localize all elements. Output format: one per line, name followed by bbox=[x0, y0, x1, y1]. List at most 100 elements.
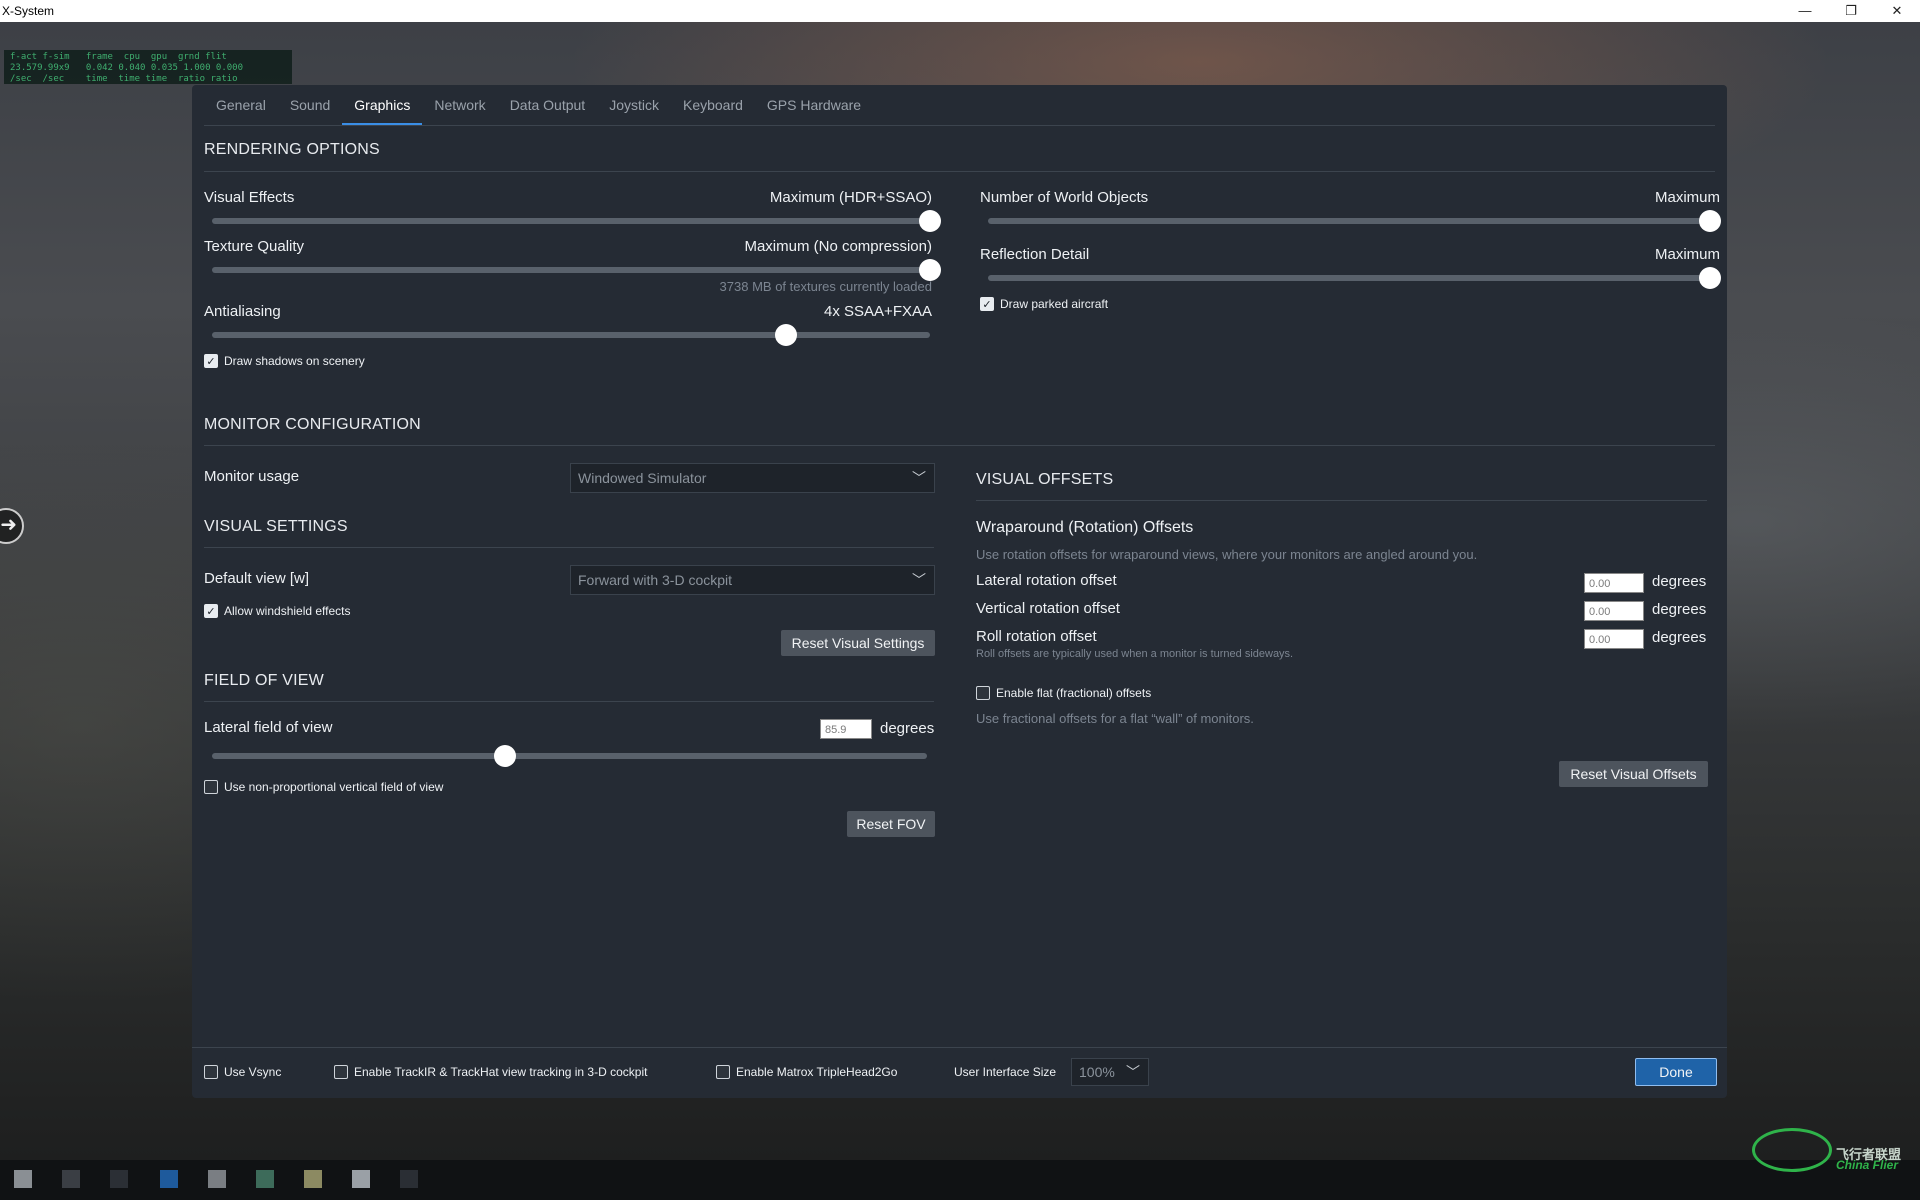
trackir-box[interactable] bbox=[334, 1065, 348, 1079]
window-controls: — ❐ ✕ bbox=[1782, 0, 1920, 22]
antialiasing-slider-thumb[interactable] bbox=[775, 324, 798, 346]
windshield-effects-checkbox[interactable]: ✓ Allow windshield effects bbox=[204, 604, 351, 618]
non-proportional-fov-box[interactable] bbox=[204, 780, 218, 794]
visual-settings-divider bbox=[204, 547, 934, 548]
visual-settings-title: VISUAL SETTINGS bbox=[204, 518, 348, 535]
flat-offsets-hint: Use fractional offsets for a flat “wall”… bbox=[976, 711, 1254, 726]
tab-data-output[interactable]: Data Output bbox=[498, 85, 598, 125]
frame-rate-overlay: f-act f-sim frame cpu gpu grnd flit 23.5… bbox=[4, 50, 292, 84]
draw-shadows-checkbox[interactable]: ✓ Draw shadows on scenery bbox=[204, 354, 365, 368]
minimize-button[interactable]: — bbox=[1782, 0, 1828, 22]
world-objects-label: Number of World Objects bbox=[980, 189, 1149, 206]
monitor-usage-value: Windowed Simulator bbox=[578, 470, 707, 486]
draw-parked-aircraft-box[interactable]: ✓ bbox=[980, 297, 994, 311]
matrox-label: Enable Matrox TripleHead2Go bbox=[736, 1065, 898, 1079]
monitor-usage-label: Monitor usage bbox=[204, 468, 300, 485]
reflection-detail-slider-thumb[interactable] bbox=[1699, 267, 1721, 289]
windshield-effects-label: Allow windshield effects bbox=[224, 604, 351, 618]
world-objects-value: Maximum bbox=[1654, 189, 1720, 206]
lateral-fov-slider-thumb[interactable] bbox=[494, 745, 517, 767]
vsync-checkbox[interactable]: Use Vsync bbox=[204, 1065, 281, 1079]
texture-quality-slider-thumb[interactable] bbox=[919, 259, 941, 281]
taskbar-app-icon[interactable] bbox=[110, 1170, 128, 1188]
antialiasing-slider[interactable] bbox=[212, 324, 930, 346]
visual-effects-label: Visual Effects bbox=[204, 189, 295, 206]
vertical-rotation-input[interactable]: 0.00 bbox=[1584, 601, 1644, 621]
reset-visual-offsets-button[interactable]: Reset Visual Offsets bbox=[1559, 761, 1708, 787]
ui-size-dropdown[interactable]: 100% ﹀ bbox=[1071, 1058, 1149, 1086]
watermark-emblem-icon bbox=[1752, 1128, 1832, 1172]
flat-offsets-label: Enable flat (fractional) offsets bbox=[996, 686, 1152, 700]
reset-fov-button[interactable]: Reset FOV bbox=[847, 811, 935, 837]
chevron-down-icon: ﹀ bbox=[912, 470, 926, 486]
reset-visual-settings-button[interactable]: Reset Visual Settings bbox=[781, 630, 935, 656]
tab-keyboard[interactable]: Keyboard bbox=[671, 85, 755, 125]
taskbar-app-icon[interactable] bbox=[304, 1170, 322, 1188]
taskbar-app-icon[interactable] bbox=[14, 1170, 32, 1188]
reflection-detail-slider[interactable] bbox=[988, 267, 1721, 289]
default-view-value: Forward with 3-D cockpit bbox=[578, 572, 733, 588]
tab-graphics[interactable]: Graphics bbox=[342, 85, 423, 125]
close-button[interactable]: ✕ bbox=[1874, 0, 1920, 22]
taskbar-app-icon[interactable] bbox=[62, 1170, 80, 1188]
settings-dialog: General Sound Graphics Network Data Outp… bbox=[192, 85, 1727, 1098]
roll-rotation-hint: Roll offsets are typically used when a m… bbox=[976, 648, 1294, 660]
texture-quality-slider[interactable] bbox=[212, 259, 941, 281]
lateral-fov-input[interactable]: 85.9 bbox=[820, 719, 872, 739]
roll-rotation-unit: degrees bbox=[1652, 629, 1707, 646]
taskbar-app-icon[interactable] bbox=[208, 1170, 226, 1188]
tab-gps-hardware[interactable]: GPS Hardware bbox=[755, 85, 873, 125]
lateral-rotation-label: Lateral rotation offset bbox=[976, 572, 1117, 589]
world-objects-slider-thumb[interactable] bbox=[1699, 210, 1721, 232]
draw-parked-aircraft-checkbox[interactable]: ✓ Draw parked aircraft bbox=[980, 297, 1108, 311]
visual-effects-slider[interactable] bbox=[212, 210, 941, 232]
rendering-options-title: RENDERING OPTIONS bbox=[204, 141, 380, 158]
vertical-rotation-label: Vertical rotation offset bbox=[976, 600, 1120, 617]
taskbar-app-icon[interactable] bbox=[352, 1170, 370, 1188]
non-proportional-fov-checkbox[interactable]: Use non-proportional vertical field of v… bbox=[204, 780, 443, 794]
flat-offsets-checkbox[interactable]: Enable flat (fractional) offsets bbox=[976, 686, 1151, 700]
roll-rotation-input[interactable]: 0.00 bbox=[1584, 629, 1644, 649]
trackir-label: Enable TrackIR & TrackHat view tracking … bbox=[354, 1065, 648, 1079]
taskbar-app-icon[interactable] bbox=[256, 1170, 274, 1188]
default-view-dropdown[interactable]: Forward with 3-D cockpit ﹀ bbox=[570, 565, 935, 595]
antialiasing-value: 4x SSAA+FXAA bbox=[824, 303, 932, 320]
done-button[interactable]: Done bbox=[1635, 1058, 1717, 1086]
vsync-box[interactable] bbox=[204, 1065, 218, 1079]
non-proportional-fov-label: Use non-proportional vertical field of v… bbox=[224, 780, 444, 794]
settings-tabs: General Sound Graphics Network Data Outp… bbox=[204, 85, 873, 125]
visual-offsets-title: VISUAL OFFSETS bbox=[976, 471, 1114, 488]
draw-shadows-box[interactable]: ✓ bbox=[204, 354, 218, 368]
texture-quality-value: Maximum (No compression) bbox=[744, 238, 932, 255]
taskbar-app-icon[interactable] bbox=[400, 1170, 418, 1188]
window-title: X-System bbox=[2, 4, 55, 18]
taskbar-app-icon[interactable] bbox=[160, 1170, 178, 1188]
lateral-fov-slider[interactable] bbox=[212, 745, 927, 767]
tab-network[interactable]: Network bbox=[422, 85, 497, 125]
restore-button[interactable]: ❐ bbox=[1828, 0, 1874, 22]
antialiasing-label: Antialiasing bbox=[204, 303, 281, 320]
visual-offsets-divider bbox=[976, 500, 1707, 501]
window-titlebar: X-System — ❐ ✕ bbox=[0, 0, 1920, 22]
tab-general[interactable]: General bbox=[204, 85, 278, 125]
world-objects-slider[interactable] bbox=[988, 210, 1721, 232]
roll-rotation-label: Roll rotation offset bbox=[976, 628, 1097, 645]
matrox-box[interactable] bbox=[716, 1065, 730, 1079]
ui-size-value: 100% bbox=[1079, 1064, 1115, 1080]
chevron-down-icon: ﹀ bbox=[912, 572, 926, 588]
rendering-divider bbox=[204, 171, 1715, 172]
monitor-usage-dropdown[interactable]: Windowed Simulator ﹀ bbox=[570, 463, 935, 493]
draw-shadows-label: Draw shadows on scenery bbox=[224, 354, 365, 368]
matrox-checkbox[interactable]: Enable Matrox TripleHead2Go bbox=[716, 1065, 897, 1079]
tab-joystick[interactable]: Joystick bbox=[597, 85, 671, 125]
reflection-detail-value: Maximum bbox=[1654, 246, 1720, 263]
tab-sound[interactable]: Sound bbox=[278, 85, 342, 125]
wraparound-offsets-hint: Use rotation offsets for wraparound view… bbox=[976, 547, 1478, 562]
windshield-effects-box[interactable]: ✓ bbox=[204, 604, 218, 618]
trackir-checkbox[interactable]: Enable TrackIR & TrackHat view tracking … bbox=[334, 1065, 647, 1079]
wraparound-offsets-title: Wraparound (Rotation) Offsets bbox=[976, 519, 1194, 536]
lateral-rotation-input[interactable]: 0.00 bbox=[1584, 573, 1644, 593]
flat-offsets-box[interactable] bbox=[976, 686, 990, 700]
visual-effects-slider-thumb[interactable] bbox=[919, 210, 941, 232]
taskbar bbox=[0, 1160, 1920, 1200]
